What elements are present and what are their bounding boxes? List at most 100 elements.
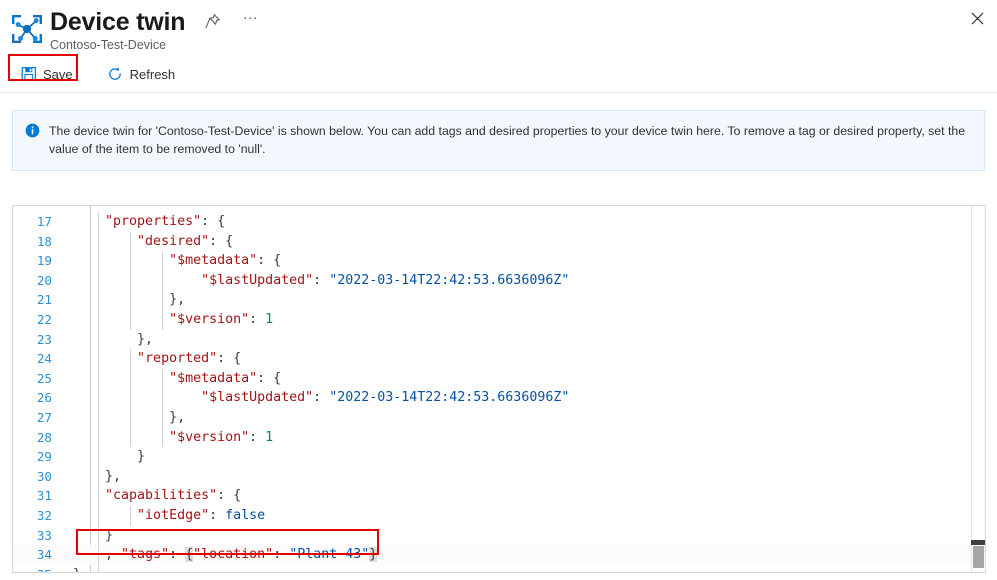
code-line[interactable]: 18 "desired": { — [13, 232, 985, 252]
token-key: "location" — [193, 547, 273, 562]
token-punct: : — [249, 430, 265, 445]
line-number: 22 — [13, 310, 65, 330]
token-punct: } — [105, 528, 113, 543]
code-line[interactable]: 22 "$version": 1 — [13, 310, 985, 330]
line-number: 32 — [13, 506, 65, 526]
token-punct: : — [169, 547, 185, 562]
line-number: 21 — [13, 290, 65, 310]
line-number: 35 — [13, 565, 65, 573]
device-twin-json-editor[interactable]: 17 "properties": {18 "desired": {19 "$me… — [12, 205, 986, 573]
code-content: "desired": { — [65, 232, 985, 252]
indent-guide — [130, 349, 131, 447]
close-icon — [971, 12, 984, 25]
token-key: "$lastUpdated" — [201, 273, 313, 288]
line-number: 18 — [13, 232, 65, 252]
title-block: Device twin ··· Contoso-Test-Device — [50, 8, 261, 53]
close-button[interactable] — [963, 5, 991, 31]
code-content: "$metadata": { — [65, 251, 985, 271]
line-number: 31 — [13, 486, 65, 506]
token-brk: { — [185, 547, 193, 562]
token-key: "$version" — [169, 430, 249, 445]
token-key: "$lastUpdated" — [201, 390, 313, 405]
code-line[interactable]: 34 , "tags": {"location": "Plant 43"} — [13, 545, 985, 565]
indent-guide — [130, 506, 131, 526]
token-punct: : { — [209, 234, 233, 249]
code-line[interactable]: 26 "$lastUpdated": "2022-03-14T22:42:53.… — [13, 388, 985, 408]
ellipsis-icon[interactable]: ··· — [239, 13, 261, 30]
token-punct: , — [105, 547, 121, 562]
line-number: 34 — [13, 545, 65, 565]
token-key: "$metadata" — [169, 371, 257, 386]
code-content: }, — [65, 290, 985, 310]
line-number: 33 — [13, 526, 65, 546]
token-str: "Plant 43" — [289, 547, 369, 562]
minimap-divider — [971, 206, 972, 572]
refresh-icon — [107, 66, 124, 83]
token-key: "desired" — [137, 234, 209, 249]
line-number: 19 — [13, 251, 65, 271]
line-number: 24 — [13, 349, 65, 369]
code-line[interactable]: 30 }, — [13, 467, 985, 487]
token-punct: : { — [201, 214, 225, 229]
token-key: "$version" — [169, 312, 249, 327]
code-content: } — [65, 565, 985, 573]
line-number: 30 — [13, 467, 65, 487]
token-punct: }, — [169, 292, 185, 307]
code-line[interactable]: 24 "reported": { — [13, 349, 985, 369]
indent-guide — [162, 251, 163, 329]
token-num: 1 — [265, 312, 273, 327]
line-number: 23 — [13, 330, 65, 350]
code-content: "capabilities": { — [65, 486, 985, 506]
token-key: "reported" — [137, 351, 217, 366]
token-punct: : — [313, 273, 329, 288]
code-content: } — [65, 526, 985, 546]
line-number: 25 — [13, 369, 65, 389]
editor-scroll-area[interactable]: 17 "properties": {18 "desired": {19 "$me… — [13, 206, 985, 572]
token-str: "2022-03-14T22:42:53.6636096Z" — [329, 273, 569, 288]
save-button[interactable]: Save — [14, 62, 79, 86]
code-content: "$metadata": { — [65, 369, 985, 389]
token-punct: : { — [257, 371, 281, 386]
code-line[interactable]: 25 "$metadata": { — [13, 369, 985, 389]
info-banner: The device twin for 'Contoso-Test-Device… — [12, 110, 985, 171]
code-line[interactable]: 20 "$lastUpdated": "2022-03-14T22:42:53.… — [13, 271, 985, 291]
code-line[interactable]: 31 "capabilities": { — [13, 486, 985, 506]
info-circle-icon — [25, 123, 40, 143]
line-number: 20 — [13, 271, 65, 291]
code-line[interactable]: 27 }, — [13, 408, 985, 428]
token-punct: }, — [105, 469, 121, 484]
line-number: 26 — [13, 388, 65, 408]
page-title: Device twin — [50, 8, 185, 36]
vertical-scrollbar-thumb[interactable] — [973, 546, 984, 568]
code-line[interactable]: 28 "$version": 1 — [13, 428, 985, 448]
code-line[interactable]: 35} — [13, 565, 985, 573]
code-line[interactable]: 17 "properties": { — [13, 212, 985, 232]
code-content: "$lastUpdated": "2022-03-14T22:42:53.663… — [65, 388, 985, 408]
token-punct: }, — [169, 410, 185, 425]
code-lines[interactable]: 17 "properties": {18 "desired": {19 "$me… — [13, 212, 985, 573]
token-punct: : — [313, 390, 329, 405]
code-content: } — [65, 447, 985, 467]
token-key: "tags" — [121, 547, 169, 562]
code-content: "iotEdge": false — [65, 506, 985, 526]
code-line[interactable]: 19 "$metadata": { — [13, 251, 985, 271]
command-bar: Save Refresh — [0, 56, 997, 93]
code-line[interactable]: 32 "iotEdge": false — [13, 506, 985, 526]
info-banner-text: The device twin for 'Contoso-Test-Device… — [49, 122, 972, 158]
code-content: }, — [65, 408, 985, 428]
token-punct: : — [209, 508, 225, 523]
line-number: 17 — [13, 212, 65, 232]
horizontal-scrollbar-thumb[interactable] — [971, 540, 985, 545]
code-line[interactable]: 23 }, — [13, 330, 985, 350]
device-twin-icon — [10, 12, 44, 46]
refresh-button[interactable]: Refresh — [101, 62, 182, 86]
refresh-button-label: Refresh — [130, 67, 176, 82]
token-num: 1 — [265, 430, 273, 445]
indent-guide — [162, 369, 163, 447]
save-disk-icon — [20, 66, 37, 83]
pin-icon[interactable] — [204, 13, 221, 30]
code-line[interactable]: 29 } — [13, 447, 985, 467]
code-line[interactable]: 33 } — [13, 526, 985, 546]
code-content: "reported": { — [65, 349, 985, 369]
code-line[interactable]: 21 }, — [13, 290, 985, 310]
